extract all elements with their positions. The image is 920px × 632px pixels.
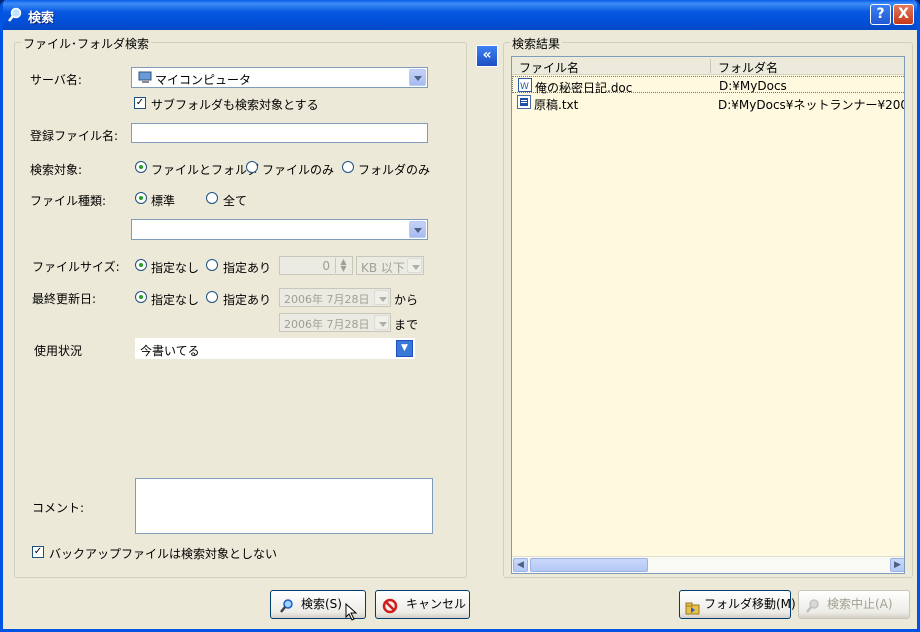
text-file-icon	[517, 95, 531, 109]
close-button[interactable]: X	[893, 4, 914, 25]
filesize-unit-select[interactable]: KB 以下	[356, 256, 424, 275]
group-legend: ファイル･フォルダ検索	[21, 35, 152, 52]
stop-search-label: 検索中止(A)	[827, 597, 893, 611]
search-button-label: 検索(S)	[301, 597, 342, 611]
filetype-select[interactable]	[131, 219, 428, 240]
result-folder: D:¥MyDocs	[719, 79, 787, 93]
horizontal-scrollbar[interactable]: ◀ ▶	[512, 556, 904, 573]
filesize-option-set: 指定あり	[223, 261, 272, 275]
server-label: サーバ名:	[30, 73, 82, 87]
registered-name-label: 登録ファイル名:	[30, 129, 119, 143]
modified-radio-none[interactable]	[135, 291, 147, 303]
chevron-down-icon[interactable]	[374, 290, 389, 305]
modified-option-none: 指定なし	[151, 293, 200, 307]
results-header: ファイル名 フォルダ名	[512, 57, 904, 76]
filetype-label: ファイル種類:	[30, 194, 107, 208]
subfolder-label: サブフォルダも検索対象とする	[151, 98, 319, 112]
cancel-button-label: キャンセル	[406, 597, 467, 611]
move-folder-label: フォルダ移動(M)	[704, 597, 796, 611]
target-option-files: ファイルのみ	[262, 163, 335, 177]
from-suffix: から	[394, 293, 419, 307]
window-title: 検索	[28, 11, 55, 26]
svg-text:W: W	[520, 82, 529, 91]
modified-to-date[interactable]: 2006年 7月28日	[279, 313, 391, 332]
backup-checkbox[interactable]: ✓	[32, 546, 44, 558]
scroll-left-icon[interactable]: ◀	[513, 558, 528, 572]
cancel-button[interactable]: キャンセル	[375, 590, 470, 619]
search-dialog: 検索 ? X ファイル･フォルダ検索 サーバ名: マイコンピュータ ✓ サブフォ…	[0, 0, 920, 632]
usage-value: 今書いてる	[140, 344, 200, 358]
scrollbar-thumb[interactable]	[530, 558, 648, 572]
mouse-cursor-icon	[345, 602, 359, 621]
to-date-value: 2006年 7月28日	[284, 318, 370, 331]
filetype-option-standard: 標準	[151, 194, 176, 208]
comment-label: コメント:	[32, 501, 85, 515]
chevron-down-icon[interactable]	[409, 69, 426, 86]
modified-radio-set[interactable]	[206, 291, 218, 303]
table-row[interactable]: W 俺の秘密日記.doc D:¥MyDocs	[512, 76, 904, 95]
server-value: マイコンピュータ	[155, 73, 252, 87]
no-entry-icon	[382, 597, 398, 614]
subfolder-checkbox[interactable]: ✓	[134, 97, 146, 109]
computer-icon	[138, 71, 154, 84]
column-divider[interactable]	[710, 59, 711, 73]
filetype-option-all: 全て	[223, 194, 248, 208]
chevron-down-icon[interactable]	[407, 258, 422, 273]
filesize-unit: KB 以下	[361, 261, 405, 275]
result-filename: 原稿.txt	[534, 98, 579, 112]
target-label: 検索対象:	[30, 163, 83, 177]
stepper-icon[interactable]: ▲ ▼	[335, 258, 351, 273]
filesize-option-none: 指定なし	[151, 261, 200, 275]
usage-label: 使用状況	[34, 344, 83, 358]
search-button[interactable]: 検索(S)	[270, 590, 366, 621]
modified-label: 最終更新日:	[32, 292, 97, 306]
target-option-both: ファイルとフォルダ	[151, 163, 260, 177]
from-date-value: 2006年 7月28日	[284, 293, 370, 306]
modified-from-date[interactable]: 2006年 7月28日	[279, 288, 391, 307]
server-select[interactable]: マイコンピュータ	[131, 67, 428, 88]
filesize-radio-set[interactable]	[206, 259, 218, 271]
backup-label: バックアップファイルは検索対象としない	[49, 547, 278, 561]
filetype-radio-standard[interactable]	[135, 192, 147, 204]
search-icon	[805, 597, 821, 613]
target-option-folders: フォルダのみ	[358, 163, 431, 177]
chevron-down-icon[interactable]: ▼	[396, 340, 413, 357]
modified-option-set: 指定あり	[223, 293, 272, 307]
filesize-radio-none[interactable]	[135, 259, 147, 271]
column-header-filename[interactable]: ファイル名	[519, 59, 579, 76]
title-bar[interactable]: 検索 ? X	[3, 0, 917, 30]
move-folder-button[interactable]: フォルダ移動(M)	[679, 590, 796, 619]
stop-search-button[interactable]: 検索中止(A)	[798, 590, 910, 619]
registered-name-input[interactable]	[131, 123, 428, 143]
chevron-down-icon[interactable]	[409, 221, 426, 238]
target-radio-both[interactable]	[135, 161, 147, 173]
word-document-icon: W	[518, 78, 532, 92]
table-row[interactable]: 原稿.txt D:¥MyDocs¥ネットランナー¥2006年8	[512, 94, 904, 112]
filesize-value: 0	[322, 259, 330, 273]
scroll-right-icon[interactable]: ▶	[890, 558, 904, 572]
result-folder: D:¥MyDocs¥ネットランナー¥2006年8	[718, 98, 904, 112]
target-radio-files[interactable]	[246, 161, 258, 173]
to-suffix: まで	[394, 318, 419, 332]
filesize-label: ファイルサイズ:	[32, 260, 120, 274]
results-list[interactable]: ファイル名 フォルダ名 W 俺の秘密日記.doc D:¥MyDocs 原稿.tx…	[511, 56, 905, 574]
comment-textarea[interactable]	[135, 478, 433, 534]
search-icon	[6, 6, 24, 24]
usage-select[interactable]: 今書いてる ▼	[135, 338, 415, 359]
target-radio-folders[interactable]	[342, 161, 354, 173]
search-icon	[279, 597, 295, 613]
help-button[interactable]: ?	[870, 4, 891, 25]
filetype-radio-all[interactable]	[206, 192, 218, 204]
folder-icon	[685, 598, 701, 615]
filesize-stepper[interactable]: 0 ▲ ▼	[279, 256, 353, 275]
collapse-panel-button[interactable]: «	[476, 45, 498, 67]
column-header-folder[interactable]: フォルダ名	[718, 59, 778, 76]
results-legend: 検索結果	[510, 35, 563, 52]
chevron-down-icon[interactable]	[374, 315, 389, 330]
